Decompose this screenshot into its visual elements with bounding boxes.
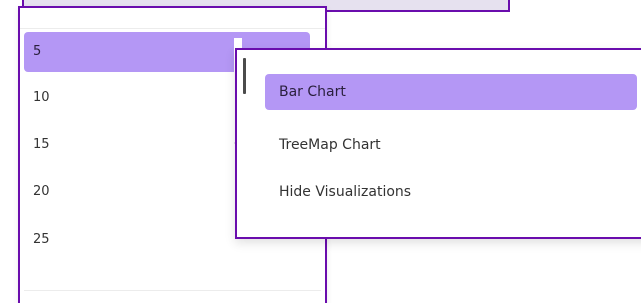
bar-chart-option[interactable]: Bar Chart [265, 74, 637, 110]
treemap-chart-option[interactable]: TreeMap Chart [265, 127, 637, 163]
menu-edge-marker [243, 58, 246, 94]
visualization-dropdown-menu: Bar Chart TreeMap Chart Hide Visualizati… [235, 48, 641, 239]
menu-header-area [20, 8, 325, 29]
menu-divider [24, 290, 321, 291]
screen: 5 10 15 20 25 Bar Chart TreeMap Chart Hi… [0, 0, 641, 303]
hide-visualizations-option[interactable]: Hide Visualizations [265, 174, 637, 210]
